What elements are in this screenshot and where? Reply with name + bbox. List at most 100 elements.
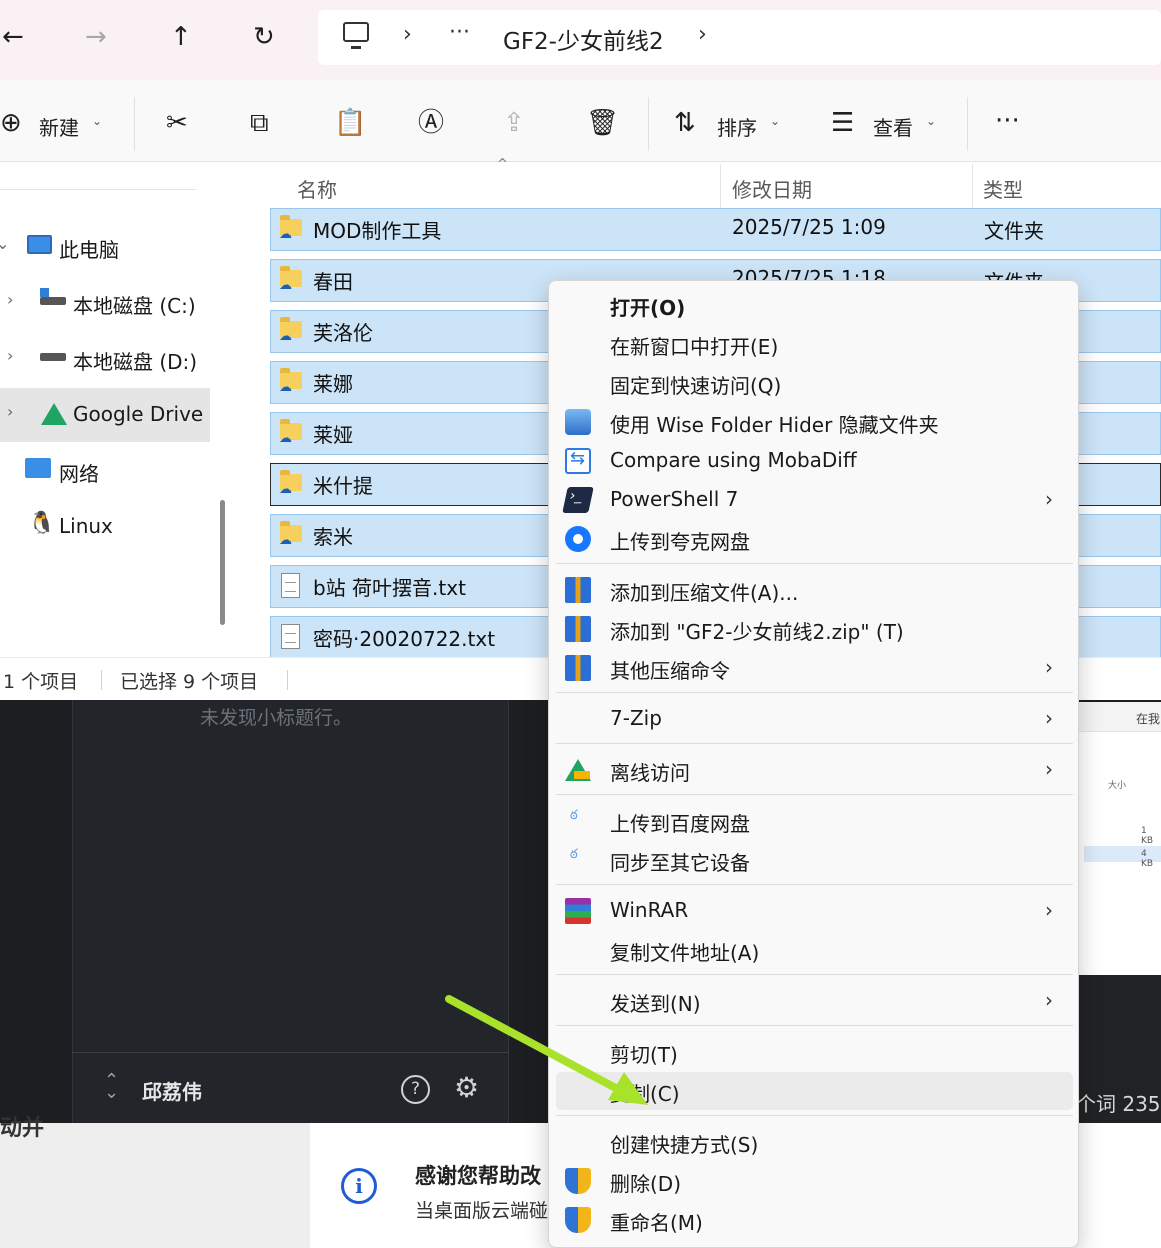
menu-separator (556, 884, 1073, 885)
breadcrumb-chevron-icon[interactable]: › (403, 22, 412, 47)
more-options-icon[interactable]: ··· (995, 106, 1020, 136)
menu-item-label: 创建快捷方式(S) (610, 1133, 759, 1157)
chevron-right-icon: › (1045, 988, 1053, 1012)
drive-icon (40, 297, 66, 305)
menu-item-offline-access[interactable]: 离线访问 › (556, 751, 1073, 789)
chevron-right-icon[interactable]: › (7, 346, 13, 365)
nav-item-this-pc[interactable]: ⌄ 此电脑 (0, 222, 210, 272)
column-header-type[interactable]: 类型 (983, 174, 1023, 203)
file-name: 密码·20020722.txt (313, 627, 496, 651)
menu-item-delete[interactable]: 删除(D) (556, 1162, 1073, 1200)
cloud-status-icon: ☁ (279, 482, 292, 497)
chevron-down-icon[interactable]: ⌄ (926, 114, 936, 128)
nav-item-linux[interactable]: 🐧 Linux (0, 502, 210, 552)
info-icon: i (341, 1168, 377, 1204)
paste-icon[interactable]: 📋 (334, 108, 366, 138)
file-name: 索米 (313, 525, 353, 549)
menu-item-pin-quick-access[interactable]: 固定到快速访问(Q) (556, 364, 1073, 402)
word-count: 个词 235 (1076, 1092, 1161, 1116)
delete-icon[interactable]: 🗑 (586, 108, 619, 138)
column-header-date[interactable]: 修改日期 (732, 174, 812, 203)
status-divider (101, 670, 102, 690)
user-name[interactable]: 邱荔伟 (142, 1076, 202, 1105)
breadcrumb-more-icon[interactable]: ··· (449, 20, 470, 45)
sort-icon[interactable]: ⇅ (674, 108, 696, 138)
nav-pane-scrollbar[interactable] (220, 500, 225, 625)
nav-item-drive-c[interactable]: › 本地磁盘 (C:) (0, 278, 210, 328)
column-divider[interactable] (720, 164, 721, 208)
menu-item-add-to-archive[interactable]: 添加到压缩文件(A)... (556, 571, 1073, 609)
rename-icon[interactable]: Ⓐ (418, 108, 444, 138)
back-arrow-icon[interactable]: ← (2, 22, 24, 52)
chevron-down-icon[interactable]: ⌄ (770, 114, 780, 128)
nav-item-label: 网络 (59, 462, 99, 486)
file-row[interactable]: ☁ MOD制作工具 2025/7/25 1:09 文件夹 (270, 208, 1161, 251)
view-icon[interactable]: ☰ (831, 108, 854, 138)
file-date: 2025/7/25 1:09 (732, 215, 886, 239)
nav-item-label: Google Drive (73, 402, 204, 426)
help-icon[interactable]: ? (401, 1075, 430, 1104)
up-arrow-icon[interactable]: ↑ (170, 22, 192, 52)
menu-item-winrar[interactable]: WinRAR › (556, 892, 1073, 930)
breadcrumb-chevron-icon[interactable]: › (698, 22, 707, 47)
refresh-icon[interactable]: ↻ (253, 22, 275, 52)
file-name: 芙洛伦 (313, 321, 373, 345)
copy-icon[interactable]: ⧉ (250, 108, 269, 138)
menu-item-baidu-upload[interactable]: 上传到百度网盘 (556, 802, 1073, 840)
settings-gear-icon[interactable]: ⚙ (454, 1073, 479, 1103)
google-drive-icon (41, 403, 67, 425)
menu-item-create-shortcut[interactable]: 创建快捷方式(S) (556, 1123, 1073, 1161)
winrar-archive-icon (565, 616, 591, 642)
no-subtitle-text: 未发现小标题行。 (200, 707, 353, 729)
new-button[interactable]: 新建 (39, 112, 79, 141)
new-plus-icon[interactable]: ⊕ (0, 108, 22, 138)
menu-item-open[interactable]: 打开(O) (556, 286, 1073, 324)
menu-item-copy-path[interactable]: 复制文件地址(A) (556, 931, 1073, 969)
quark-icon (565, 526, 591, 552)
chevron-down-icon[interactable]: ⌄ (92, 114, 102, 128)
menu-separator (556, 743, 1073, 744)
menu-item-wise-folder-hider[interactable]: 使用 Wise Folder Hider 隐藏文件夹 (556, 403, 1073, 441)
menu-item-label: 上传到夸克网盘 (610, 530, 750, 554)
this-pc-icon[interactable] (343, 22, 369, 49)
menu-item-rename[interactable]: 重命名(M) (556, 1201, 1073, 1239)
menu-item-other-compress[interactable]: 其他压缩命令 › (556, 649, 1073, 687)
windows-logo-icon (40, 288, 49, 297)
account-switch-icon[interactable]: ⌃ ⌄ (104, 1072, 119, 1102)
chevron-right-icon[interactable]: › (7, 402, 13, 421)
column-header-name[interactable]: 名称 (297, 174, 337, 203)
nav-item-network[interactable]: 网络 (0, 446, 210, 496)
linux-penguin-icon: 🐧 (28, 511, 56, 536)
mobadiff-icon (565, 448, 591, 474)
cloud-status-icon: ☁ (279, 227, 292, 242)
nav-item-google-drive[interactable]: › Google Drive (0, 388, 210, 442)
menu-item-open-new-window[interactable]: 在新窗口中打开(E) (556, 325, 1073, 363)
menu-item-powershell[interactable]: PowerShell 7 › (556, 481, 1073, 519)
cloud-status-icon: ☁ (279, 278, 292, 293)
menu-item-copy[interactable]: 复制(C) (556, 1072, 1073, 1110)
nav-item-drive-d[interactable]: › 本地磁盘 (D:) (0, 334, 210, 384)
forward-arrow-icon[interactable]: → (85, 22, 107, 52)
cloud-status-icon: ☁ (279, 431, 292, 446)
menu-item-add-to-zip[interactable]: 添加到 "GF2-少女前线2.zip" (T) (556, 610, 1073, 648)
menu-item-quark-upload[interactable]: 上传到夸克网盘 (556, 520, 1073, 558)
menu-item-label: 添加到压缩文件(A)... (610, 581, 799, 605)
menu-item-sync-devices[interactable]: 同步至其它设备 (556, 841, 1073, 879)
right-window-search[interactable]: 在我 (1136, 710, 1160, 727)
menu-item-send-to[interactable]: 发送到(N) › (556, 982, 1073, 1020)
column-divider[interactable] (972, 164, 973, 208)
uac-shield-icon (565, 1207, 591, 1233)
menu-item-label: 7-Zip (610, 706, 662, 730)
breadcrumb-current-folder[interactable]: GF2-少女前线2 (503, 22, 664, 56)
sort-button[interactable]: 排序 (717, 112, 757, 141)
chevron-right-icon[interactable]: › (7, 290, 13, 309)
menu-item-label: 发送到(N) (610, 992, 701, 1016)
view-button[interactable]: 查看 (873, 112, 913, 141)
share-icon[interactable]: ⇪ (503, 108, 525, 138)
menu-item-mobadiff[interactable]: Compare using MobaDiff (556, 442, 1073, 480)
chevron-down-icon[interactable]: ⌄ (0, 234, 9, 253)
cut-icon[interactable]: ✂ (166, 108, 188, 138)
address-bar[interactable] (318, 10, 1161, 65)
menu-item-7zip[interactable]: 7-Zip › (556, 700, 1073, 738)
menu-item-cut[interactable]: 剪切(T) (556, 1033, 1073, 1071)
